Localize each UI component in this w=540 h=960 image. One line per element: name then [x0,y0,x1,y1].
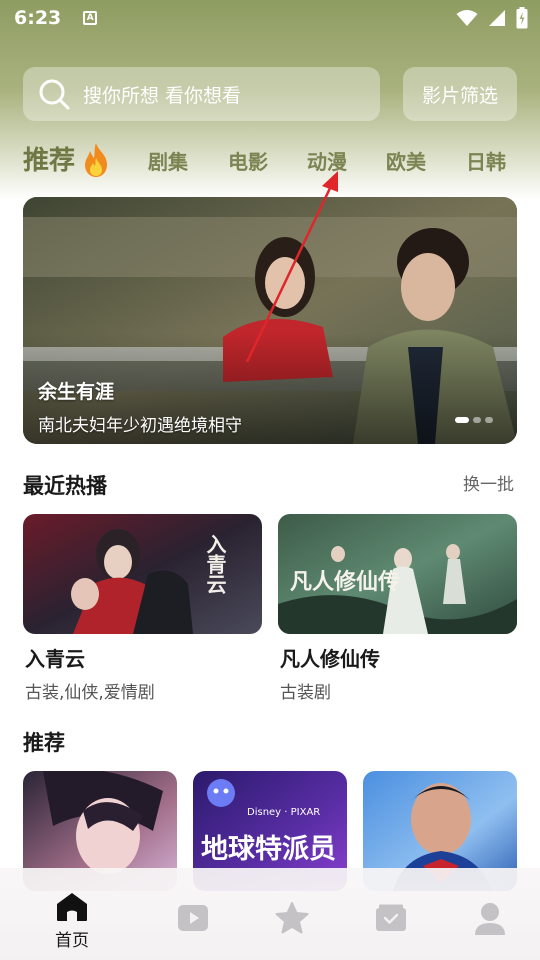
banner-pagination [455,417,493,423]
filter-button[interactable]: 影片筛选 [403,67,517,121]
tab-anime[interactable]: 动漫 [307,146,347,175]
tab-recommend[interactable]: 推荐 [23,140,75,177]
recent-section-title: 最近热播 [23,474,107,498]
nav-home[interactable]: 首页 [42,892,102,951]
featured-banner[interactable]: 余生有涯 南北夫妇年少初遇绝境相守 [23,197,517,444]
nav-profile[interactable] [460,902,520,936]
recent-card-poster-2[interactable]: 凡人修仙传 [278,514,517,634]
search-placeholder: 搜你所想 看你想看 [83,84,242,107]
star-icon [275,902,309,934]
poster-title-text: 入青云 [203,534,227,594]
video-icon [178,905,208,931]
wifi-icon [456,10,478,26]
signal-icon [489,10,505,26]
poster-title-text: 地球特派员 [201,834,336,865]
recent-card-title-2[interactable]: 凡人修仙传 [280,643,380,672]
wallet-icon [376,904,406,931]
recent-card-tags-1: 古装,仙侠,爱情剧 [25,683,155,703]
recommend-section-title: 推荐 [23,731,65,755]
recent-card-poster-1[interactable]: 入青云 [23,514,262,634]
pagination-dot [473,417,481,423]
tab-western[interactable]: 欧美 [386,146,426,175]
tab-series[interactable]: 剧集 [148,146,188,175]
category-tabs: 推荐 剧集 电影 动漫 欧美 日韩 [0,140,540,180]
status-time: 6:23 [14,7,62,29]
refresh-link[interactable]: 换一批 [463,470,514,495]
home-icon [57,893,87,921]
nav-favorites[interactable] [262,902,322,934]
status-bar: 6:23 A [0,0,540,36]
nav-wallet[interactable] [361,904,421,932]
poster-title-text: 凡人修仙传 [290,569,401,595]
tab-movies[interactable]: 电影 [228,146,268,175]
pagination-dot [485,417,493,423]
nav-home-label: 首页 [55,931,89,951]
search-input[interactable]: 搜你所想 看你想看 [23,67,380,121]
recent-card-tags-2: 古装剧 [280,683,331,703]
bottom-navigation: 首页 [0,868,540,960]
user-icon [475,903,505,935]
recent-card-title-1[interactable]: 入青云 [25,643,85,672]
banner-title: 余生有涯 [38,381,115,403]
fire-icon [85,143,107,177]
nav-videos[interactable] [163,904,223,932]
battery-icon [516,7,528,29]
search-icon [39,79,70,110]
banner-subtitle: 南北夫妇年少初遇绝境相守 [38,416,242,436]
accessibility-icon: A [83,11,98,25]
pagination-dot [455,417,469,423]
banner-artwork [23,197,517,444]
poster-brand-text: Disney · PIXAR [247,807,321,818]
tab-jp-kr[interactable]: 日韩 [466,146,506,175]
